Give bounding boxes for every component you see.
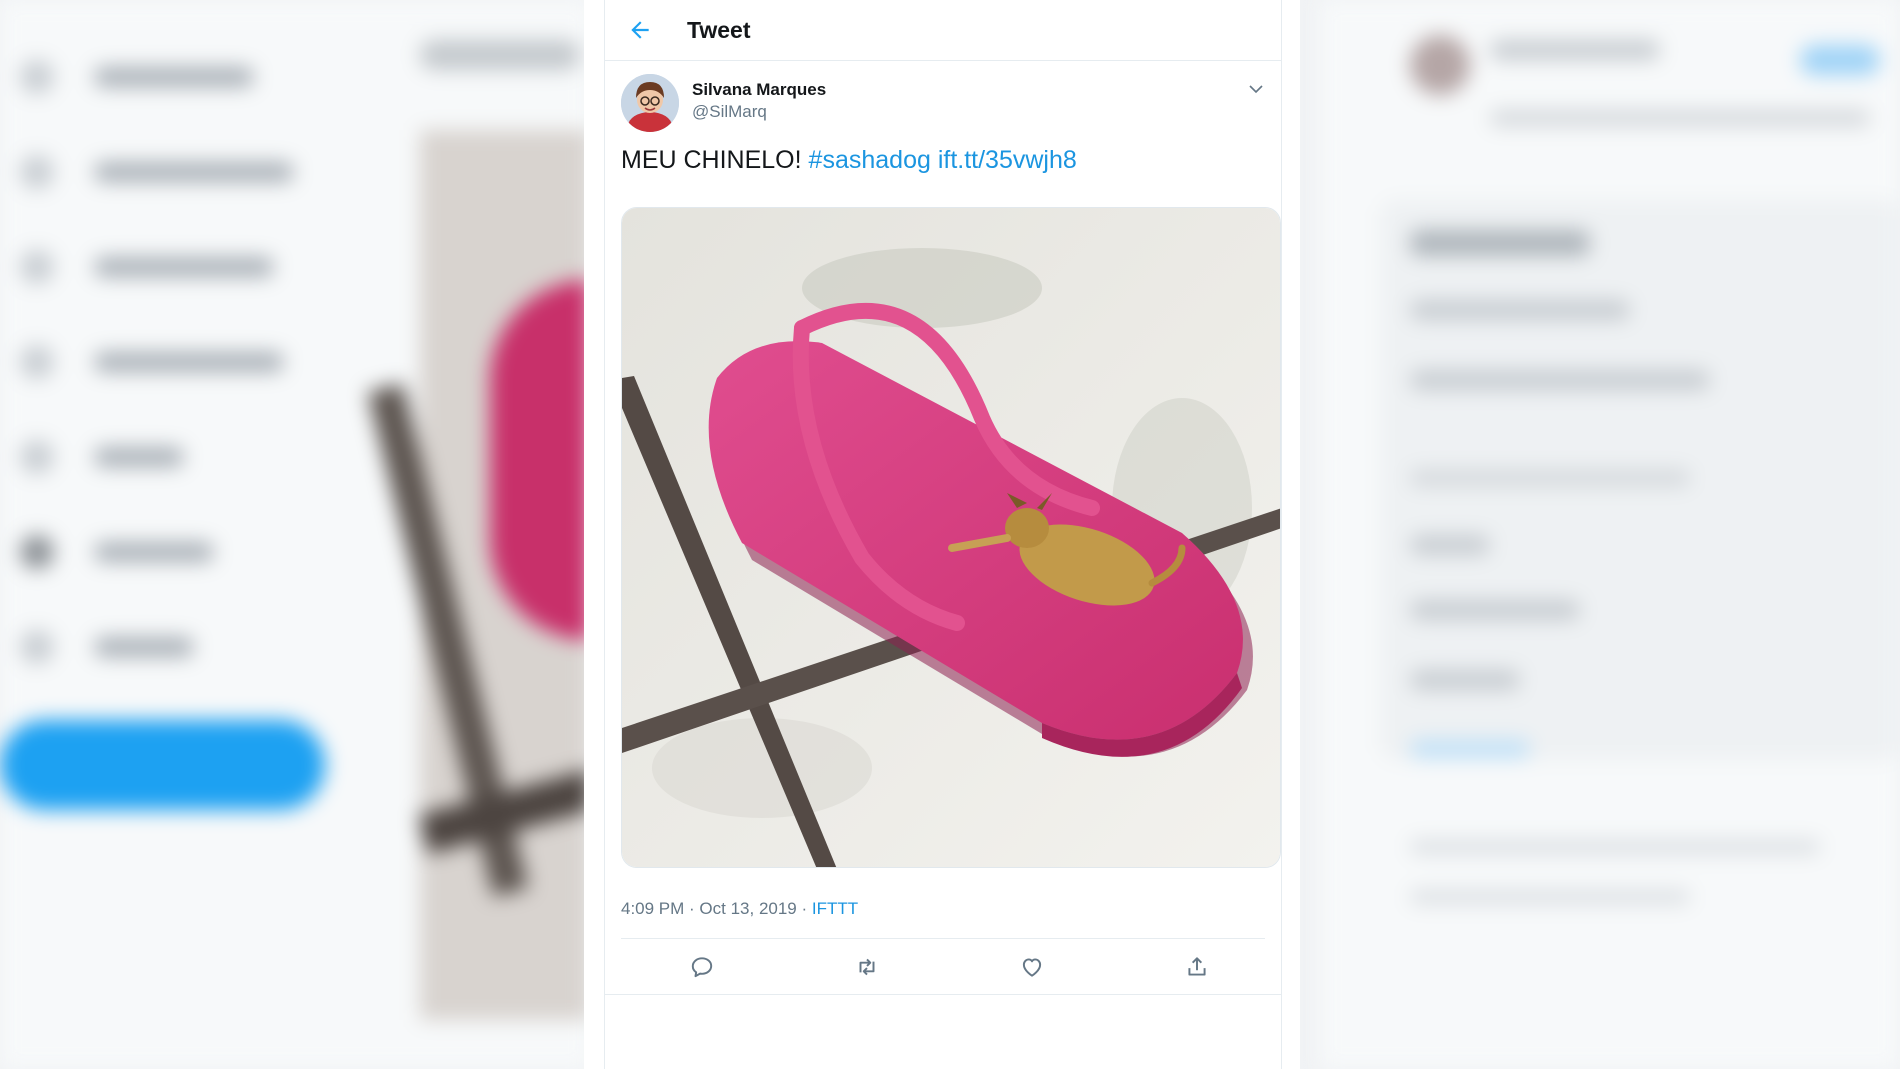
chevron-down-icon[interactable] [1247,80,1265,98]
author-handle[interactable]: @SilMarq [692,102,767,122]
timestamp[interactable]: 4:09 PM · Oct 13, 2019 · [621,899,812,918]
hashtag-link[interactable]: #sashadog [809,146,931,174]
reply-icon[interactable] [689,954,715,980]
background-right-blurred [1320,0,1900,1069]
tweet-photo[interactable] [621,207,1281,868]
author-name[interactable]: Silvana Marques [692,80,826,100]
back-arrow-icon[interactable] [627,17,653,43]
divider [621,938,1265,939]
tweet-column: Tweet Silvana Marques @SilMarq MEU CHINE… [604,0,1282,1069]
divider [605,994,1281,995]
bg-nav-row [20,250,274,284]
bg-nav-row [20,630,194,664]
tweet-meta: 4:09 PM · Oct 13, 2019 · IFTTT [621,899,858,919]
bg-nav-row [20,155,294,189]
page-title: Tweet [687,17,751,43]
flip-flop-dog-image [622,208,1280,867]
tweet-actions [605,940,1281,992]
bg-nav-row [20,60,254,94]
heart-icon[interactable] [1019,954,1045,980]
bg-nav-row [20,345,284,379]
tweet-text: MEU CHINELO! #sashadog ift.tt/35vwjh8 [621,146,1077,175]
share-icon[interactable] [1184,954,1210,980]
tweet-header: Tweet [605,0,1281,61]
source-link[interactable]: IFTTT [812,899,858,918]
bg-nav-row [20,440,184,474]
bg-tweet-button [0,720,325,810]
tweet-body: MEU CHINELO! [621,146,802,174]
url-link[interactable]: ift.tt/35vwjh8 [938,146,1077,174]
avatar[interactable] [621,74,679,132]
bg-nav-row [20,535,214,569]
tweet-card: Tweet Silvana Marques @SilMarq MEU CHINE… [584,0,1300,1069]
background-left-blurred [0,0,590,1069]
retweet-icon[interactable] [854,954,880,980]
